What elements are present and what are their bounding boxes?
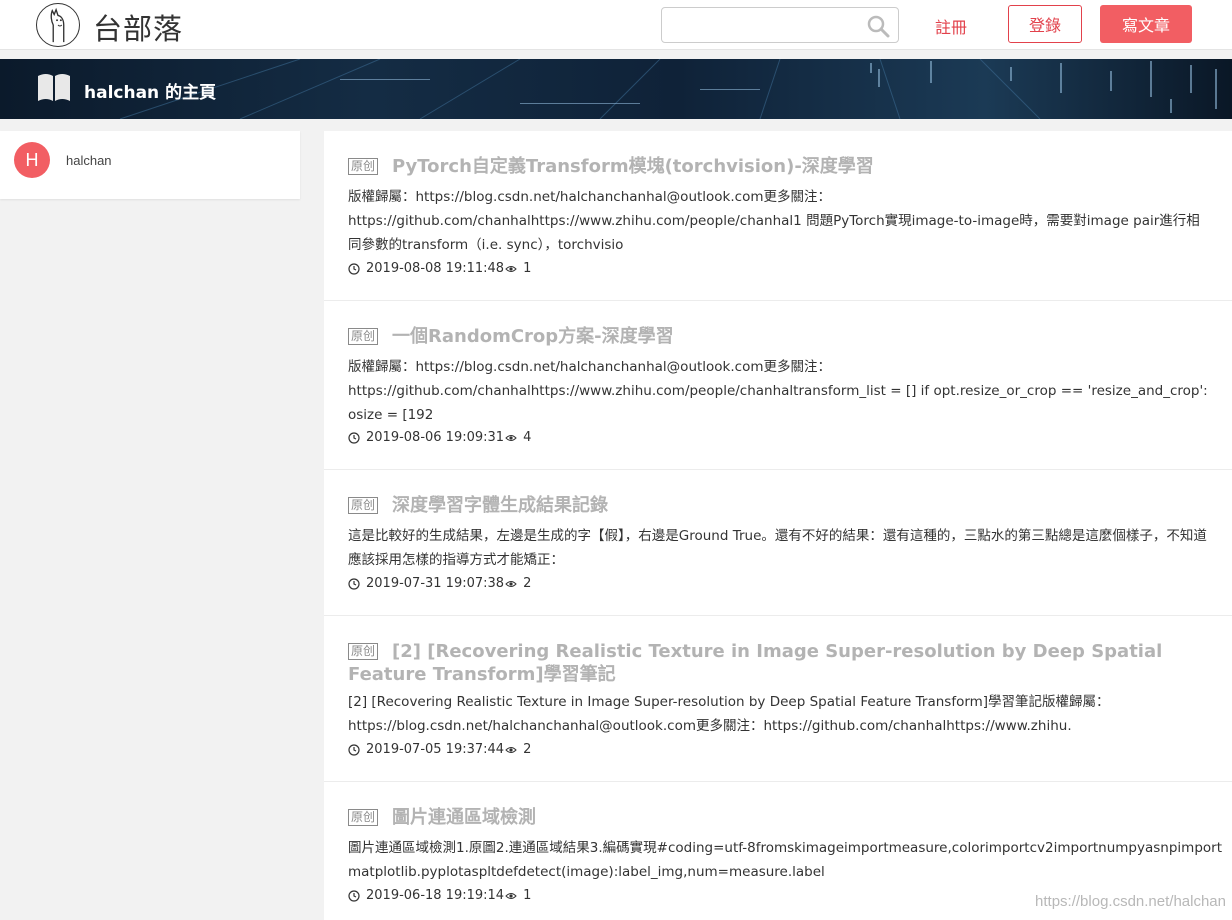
user-card: H halchan: [0, 131, 300, 199]
article-summary: 版權歸屬：https://blog.csdn.net/halchanchanha…: [348, 359, 1208, 423]
article-summary: 圖片連通區域檢測1.原圖2.連通區域結果3.編碼實現#coding=utf-8f…: [348, 840, 1222, 880]
sidebar-username[interactable]: halchan: [66, 153, 112, 168]
article-title[interactable]: 圖片連通區域檢測: [392, 807, 536, 828]
eye-icon: [505, 892, 517, 899]
original-badge: 原创: [348, 497, 379, 514]
article-item: 原创 [2] [Recovering Realistic Texture in I…: [324, 616, 1232, 782]
site-name[interactable]: 台部落: [93, 6, 183, 48]
article-title[interactable]: PyTorch自定義Transform模塊(torchvision)-深度學習: [392, 156, 874, 177]
watermark: https://blog.csdn.net/halchan: [1035, 893, 1226, 910]
article-meta: 2019-08-06 19:09:31 4: [348, 430, 531, 445]
article-date: 2019-08-06 19:09:31: [366, 430, 505, 445]
article-title-line[interactable]: 原创 [2] [Recovering Realistic Texture in I…: [348, 640, 1208, 686]
article-title-line[interactable]: 原创 PyTorch自定義Transform模塊(torchvision)-深度學…: [348, 155, 1208, 178]
book-icon: [38, 74, 70, 101]
article-meta: 2019-07-05 19:37:44 2: [348, 742, 531, 757]
eye-icon: [505, 265, 517, 272]
article-meta: 2019-07-31 19:07:38 2: [348, 576, 531, 591]
article-views: 2: [523, 742, 532, 757]
original-badge: 原创: [348, 328, 379, 345]
article-date: 2019-07-05 19:37:44: [366, 742, 505, 757]
article-title[interactable]: 深度學習字體生成結果記錄: [392, 495, 608, 516]
eye-icon: [505, 580, 517, 587]
search-box[interactable]: [661, 7, 899, 43]
article-title-line[interactable]: 原创 一個RandomCrop方案-深度學習: [348, 325, 1208, 348]
article-title-line[interactable]: 原创 深度學習字體生成結果記錄: [348, 494, 1208, 517]
original-badge: 原创: [348, 809, 379, 826]
article-item: 原创 一個RandomCrop方案-深度學習 版權歸屬：https://blog.…: [324, 301, 1232, 470]
search-input[interactable]: [670, 8, 864, 42]
article-title[interactable]: [2] [Recovering Realistic Texture in Ima…: [348, 641, 1162, 685]
clock-icon: [348, 743, 360, 756]
eye-icon: [505, 434, 517, 441]
article-date: 2019-07-31 19:07:38: [366, 576, 505, 591]
article-date: 2019-06-18 19:19:14: [366, 888, 505, 903]
article-views: 2: [523, 576, 532, 591]
article-views: 4: [523, 430, 532, 445]
profile-title: halchan 的主頁: [84, 83, 217, 103]
write-article-button[interactable]: 寫文章: [1100, 5, 1192, 43]
login-button[interactable]: 登錄: [1008, 5, 1082, 43]
llama-logo-icon[interactable]: [36, 3, 80, 47]
original-badge: 原创: [348, 643, 379, 660]
article-title[interactable]: 一個RandomCrop方案-深度學習: [392, 326, 674, 347]
avatar[interactable]: H: [14, 142, 50, 178]
article-summary: 版權歸屬：https://blog.csdn.net/halchanchanha…: [348, 189, 1200, 253]
article-views: 1: [523, 261, 532, 276]
clock-icon: [348, 262, 360, 275]
article-summary: 這是比較好的生成結果，左邊是生成的字【假】，右邊是Ground True。還有不…: [348, 528, 1207, 568]
article-list: 原创 PyTorch自定義Transform模塊(torchvision)-深度學…: [324, 131, 1232, 920]
clock-icon: [348, 889, 360, 902]
original-badge: 原创: [348, 158, 379, 175]
eye-icon: [505, 746, 517, 753]
clock-icon: [348, 431, 360, 444]
article-summary: [2] [Recovering Realistic Texture in Ima…: [348, 694, 1110, 734]
search-icon[interactable]: [866, 14, 890, 38]
clock-icon: [348, 577, 360, 590]
article-meta: 2019-08-08 19:11:48 1: [348, 261, 531, 276]
article-date: 2019-08-08 19:11:48: [366, 261, 505, 276]
profile-banner: halchan 的主頁: [0, 59, 1232, 119]
article-title-line[interactable]: 原创 圖片連通區域檢測: [348, 806, 1208, 829]
article-item: 原创 PyTorch自定義Transform模塊(torchvision)-深度學…: [324, 131, 1232, 301]
top-navbar: 台部落 註冊 登錄 寫文章: [0, 0, 1232, 50]
article-item: 原创 深度學習字體生成結果記錄 這是比較好的生成結果，左邊是生成的字【假】，右邊是…: [324, 470, 1232, 616]
article-meta: 2019-06-18 19:19:14 1: [348, 888, 531, 903]
article-views: 1: [523, 888, 532, 903]
register-link[interactable]: 註冊: [935, 14, 967, 38]
